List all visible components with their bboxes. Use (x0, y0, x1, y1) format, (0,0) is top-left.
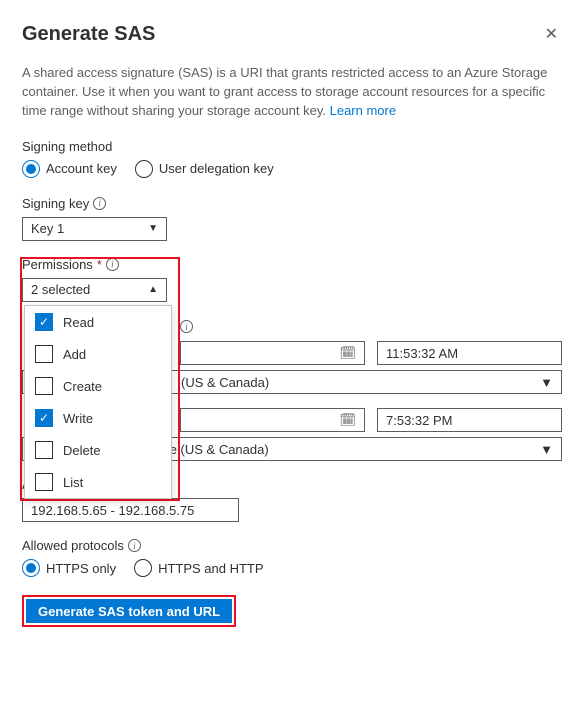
allowed-ip-value: 192.168.5.65 - 192.168.5.75 (31, 503, 194, 518)
checkbox-checked-icon: ✓ (35, 313, 53, 331)
perm-option-delete[interactable]: Delete (25, 434, 171, 466)
radio-https-only[interactable]: HTTPS only (22, 559, 116, 577)
radio-account-key[interactable]: Account key (22, 160, 117, 178)
signing-method-label: Signing method (22, 139, 562, 154)
description-text: A shared access signature (SAS) is a URI… (22, 64, 562, 121)
expiry-time-value: 7:53:32 PM (386, 413, 453, 428)
learn-more-link[interactable]: Learn more (330, 103, 396, 118)
perm-option-create[interactable]: Create (25, 370, 171, 402)
perm-option-add[interactable]: Add (25, 338, 171, 370)
radio-user-delegation-key[interactable]: User delegation key (135, 160, 274, 178)
radio-unchecked-icon (135, 160, 153, 178)
permissions-label: Permissions (22, 257, 93, 272)
perm-option-label: List (63, 475, 83, 490)
required-asterisk: * (97, 257, 102, 272)
calendar-icon: 🗓 (339, 345, 356, 361)
radio-label: HTTPS only (46, 561, 116, 576)
radio-https-and-http[interactable]: HTTPS and HTTP (134, 559, 263, 577)
page-title: Generate SAS (22, 23, 155, 46)
radio-label: User delegation key (159, 161, 274, 176)
perm-option-read[interactable]: ✓ Read (25, 306, 171, 338)
allowed-protocols-label: Allowed protocols (22, 538, 124, 553)
radio-unchecked-icon (134, 559, 152, 577)
calendar-icon: 🗓 (339, 412, 356, 428)
signing-key-value: Key 1 (31, 221, 64, 236)
highlight-box: Generate SAS token and URL (22, 595, 236, 627)
radio-label: HTTPS and HTTP (158, 561, 263, 576)
info-icon[interactable]: i (128, 539, 141, 552)
chevron-down-icon: ▼ (540, 442, 553, 457)
allowed-ip-input[interactable]: 192.168.5.65 - 192.168.5.75 (22, 498, 239, 522)
start-time-input[interactable]: 11:53:32 AM (377, 341, 562, 365)
chevron-down-icon: ▼ (540, 375, 553, 390)
perm-option-label: Add (63, 347, 86, 362)
info-icon[interactable]: i (93, 197, 106, 210)
expiry-time-input[interactable]: 7:53:32 PM (377, 408, 562, 432)
start-timezone-value: (US & Canada) (181, 375, 540, 390)
checkbox-unchecked-icon (35, 377, 53, 395)
info-icon[interactable]: i (180, 320, 193, 333)
perm-option-write[interactable]: ✓ Write (25, 402, 171, 434)
checkbox-unchecked-icon (35, 345, 53, 363)
permissions-select[interactable]: 2 selected ▲ (22, 278, 167, 302)
start-date-input[interactable]: 🗓 (180, 341, 365, 365)
info-icon[interactable]: i (106, 258, 119, 271)
perm-option-list[interactable]: List (25, 466, 171, 498)
chevron-up-icon: ▲ (148, 284, 158, 295)
perm-option-label: Create (63, 379, 102, 394)
perm-option-label: Delete (63, 443, 101, 458)
checkbox-unchecked-icon (35, 441, 53, 459)
permissions-dropdown[interactable]: ✓ Read Add Create ✓ Write Delete List (24, 305, 172, 499)
radio-label: Account key (46, 161, 117, 176)
chevron-down-icon: ▼ (148, 223, 158, 234)
description-body: A shared access signature (SAS) is a URI… (22, 65, 547, 118)
start-time-value: 11:53:32 AM (386, 346, 458, 361)
perm-option-label: Read (63, 315, 94, 330)
permissions-summary: 2 selected (31, 282, 90, 297)
perm-option-label: Write (63, 411, 93, 426)
radio-checked-icon (22, 160, 40, 178)
expiry-date-input[interactable]: 🗓 (180, 408, 365, 432)
checkbox-unchecked-icon (35, 473, 53, 491)
signing-key-select[interactable]: Key 1 ▼ (22, 217, 167, 241)
close-icon[interactable]: ✕ (541, 20, 562, 48)
radio-checked-icon (22, 559, 40, 577)
signing-key-label: Signing key (22, 196, 89, 211)
checkbox-checked-icon: ✓ (35, 409, 53, 427)
generate-sas-button[interactable]: Generate SAS token and URL (26, 599, 232, 623)
